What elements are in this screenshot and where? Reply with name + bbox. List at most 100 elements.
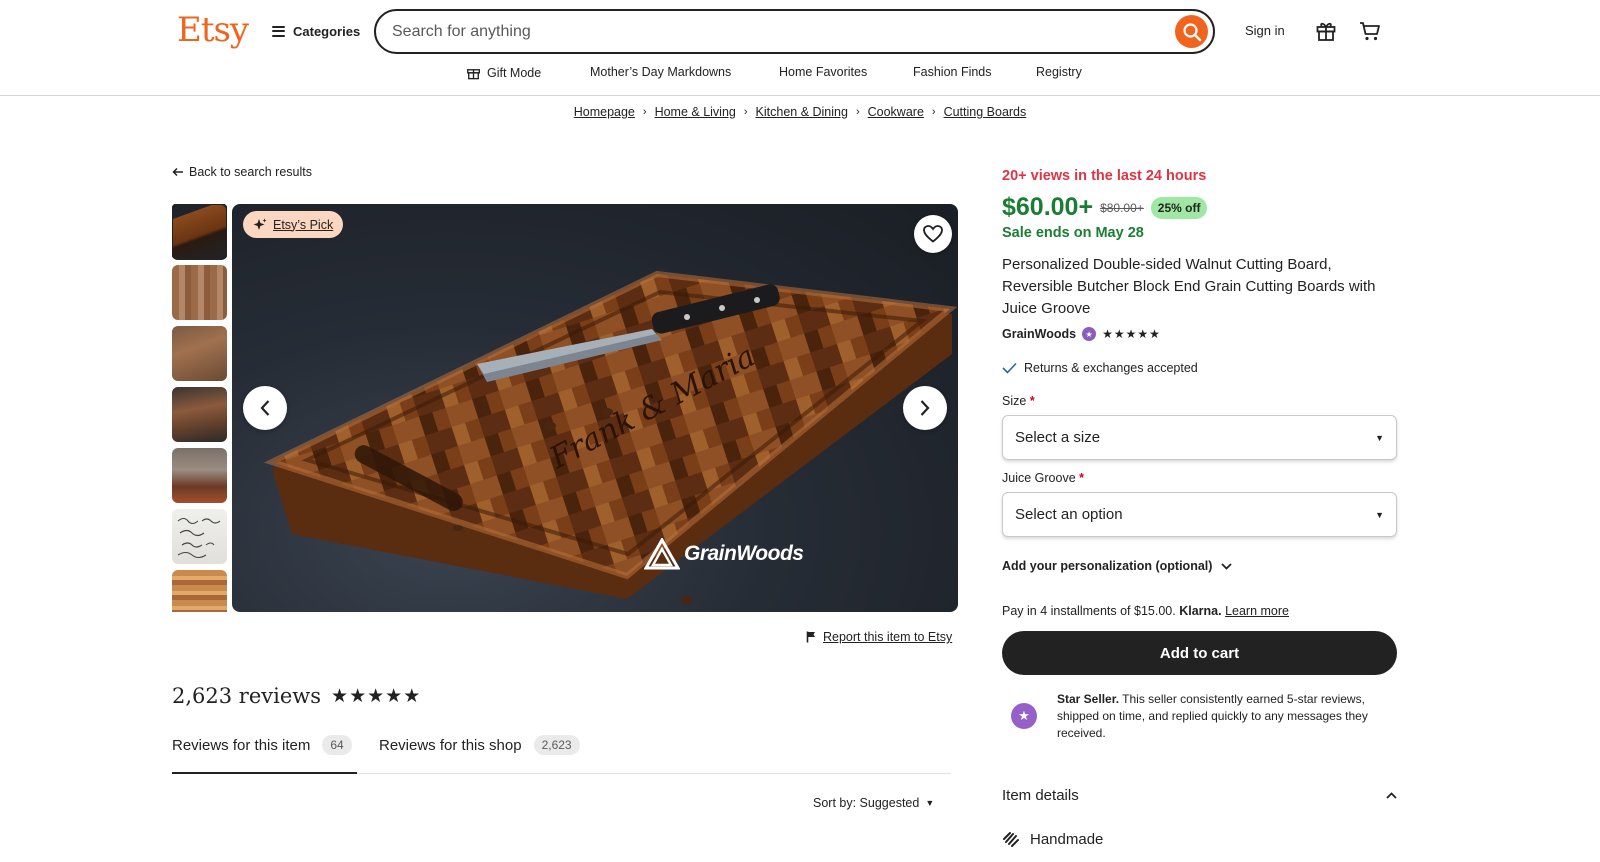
sort-label: Sort by: Suggested	[813, 796, 920, 810]
chevron-left-icon	[260, 400, 270, 416]
item-details-toggle[interactable]: Item details	[1002, 787, 1397, 804]
nav-mothers-day[interactable]: Mother’s Day Markdowns	[590, 65, 731, 79]
grainwoods-logo-icon	[644, 538, 680, 570]
price-row: $60.00+ $80.00+ 25% off	[1002, 193, 1208, 222]
breadcrumb-cutting-boards[interactable]: Cutting Boards	[944, 105, 1027, 119]
categories-label: Categories	[293, 23, 361, 39]
thumbnail-2[interactable]	[172, 265, 227, 320]
flag-icon	[806, 631, 815, 643]
required-mark: *	[1079, 471, 1085, 485]
thumbnail-strip	[172, 204, 227, 612]
tab-reviews-shop[interactable]: Reviews for this shop 2,623	[379, 735, 580, 774]
item-details-label: Item details	[1002, 787, 1079, 804]
star-icon: ★	[1137, 327, 1149, 341]
back-to-search-link[interactable]: Back to search results	[172, 165, 312, 179]
nav-registry[interactable]: Registry	[1036, 65, 1082, 79]
sparkle-icon	[253, 218, 267, 230]
thumbnail-7[interactable]	[172, 570, 227, 612]
arrow-left-icon	[172, 167, 183, 177]
main-product-image[interactable]: Frank & Maria Etsy’s Pick GrainWoods	[232, 204, 958, 612]
star-seller-badge-icon: ★	[1011, 703, 1037, 729]
reviews-tabs: Reviews for this item 64 Reviews for thi…	[172, 735, 951, 774]
sort-dropdown[interactable]: Sort by: Suggested ▼	[813, 796, 934, 810]
nav-home-favorites[interactable]: Home Favorites	[779, 65, 867, 79]
search-bar	[374, 9, 1215, 54]
tab-reviews-item[interactable]: Reviews for this item 64	[172, 735, 357, 774]
chevron-down-icon	[1221, 562, 1233, 570]
caret-down-icon: ▼	[925, 798, 935, 808]
sign-in-link[interactable]: Sign in	[1245, 23, 1285, 38]
cart-icon[interactable]	[1358, 19, 1382, 48]
watermark-text: GrainWoods	[684, 542, 804, 565]
sale-ends: Sale ends on May 28	[1002, 225, 1144, 241]
star-seller-text: Star Seller. This seller consistently ea…	[1057, 691, 1402, 742]
categories-button[interactable]: Categories	[272, 20, 360, 42]
grainwoods-watermark: GrainWoods	[644, 538, 804, 570]
breadcrumb-kitchen-dining[interactable]: Kitchen & Dining	[756, 105, 848, 119]
breadcrumb: Homepage › Home & Living › Kitchen & Din…	[0, 105, 1600, 119]
personalization-toggle[interactable]: Add your personalization (optional)	[1002, 559, 1233, 573]
star-seller-icon: ★	[1082, 327, 1097, 341]
nav-gift-mode[interactable]: Gift Mode	[466, 65, 541, 80]
groove-select-value: Select an option	[1015, 506, 1123, 523]
star-icon: ★	[349, 685, 367, 707]
shop-info: GrainWoods ★ ★ ★ ★ ★ ★	[1002, 327, 1160, 341]
sale-price: $60.00+	[1002, 193, 1094, 221]
breadcrumb-homepage[interactable]: Homepage	[574, 105, 635, 119]
size-label-row: Size *	[1002, 394, 1035, 408]
personalization-label: Add your personalization (optional)	[1002, 559, 1213, 573]
thumbnail-5[interactable]	[172, 448, 227, 503]
reviews-rating-stars: ★ ★ ★ ★ ★	[331, 687, 420, 706]
breadcrumb-cookware[interactable]: Cookware	[868, 105, 924, 119]
reviews-heading: 2,623 reviews ★ ★ ★ ★ ★	[172, 684, 420, 708]
caret-down-icon: ▼	[1375, 509, 1384, 520]
etsys-pick-badge[interactable]: Etsy’s Pick	[243, 211, 344, 238]
etsys-pick-label: Etsy’s Pick	[273, 217, 334, 232]
hand-icon	[1003, 832, 1019, 847]
menu-icon	[272, 25, 285, 37]
size-select-value: Select a size	[1015, 429, 1101, 446]
caret-down-icon: ▼	[1375, 432, 1384, 443]
favorite-button[interactable]	[914, 215, 952, 253]
handmade-detail: Handmade	[1002, 830, 1103, 848]
star-icon: ★	[367, 685, 385, 707]
site-header: Etsy Categories Sign in	[0, 0, 1600, 96]
klarna-text: Pay in 4 installments of $15.00.	[1002, 604, 1176, 618]
thumbnail-6[interactable]	[172, 509, 227, 564]
previous-image-button[interactable]	[243, 386, 287, 430]
returns-policy: Returns & exchanges accepted	[1002, 361, 1198, 375]
shop-rating-stars[interactable]: ★ ★ ★ ★ ★	[1102, 328, 1160, 340]
nav-gift-mode-label: Gift Mode	[487, 65, 542, 80]
reviews-count: 2,623 reviews	[172, 684, 322, 708]
star-icon: ★	[331, 685, 349, 707]
size-select[interactable]: Select a size ▼	[1002, 415, 1397, 460]
star-icon: ★	[1113, 327, 1125, 341]
star-icon: ★	[385, 685, 403, 707]
next-image-button[interactable]	[903, 386, 947, 430]
cutting-board-illustration: Frank & Maria	[263, 270, 958, 604]
groove-label: Juice Groove	[1002, 471, 1076, 485]
chevron-up-icon	[1386, 792, 1397, 799]
add-to-cart-button[interactable]: Add to cart	[1002, 631, 1397, 675]
thumbnail-3[interactable]	[172, 326, 227, 381]
shop-name-link[interactable]: GrainWoods	[1002, 327, 1076, 341]
thumbnail-1[interactable]	[172, 204, 227, 260]
tab-reviews-item-count: 64	[322, 735, 352, 755]
thumbnail-4[interactable]	[172, 387, 227, 442]
breadcrumb-home-living[interactable]: Home & Living	[655, 105, 736, 119]
star-icon: ★	[1125, 327, 1137, 341]
gift-icon[interactable]	[1315, 20, 1337, 47]
checkmark-icon	[1002, 362, 1017, 374]
search-button[interactable]	[1175, 15, 1208, 48]
heart-icon	[923, 225, 943, 243]
juice-groove-select[interactable]: Select an option ▼	[1002, 492, 1397, 537]
klarna-learn-more-link[interactable]: Learn more	[1225, 604, 1289, 618]
chevron-right-icon: ›	[931, 106, 936, 118]
etsy-logo[interactable]: Etsy	[177, 10, 249, 50]
star-icon: ★	[403, 685, 421, 707]
report-item-link[interactable]: Report this item to Etsy	[806, 630, 952, 644]
nav-fashion-finds[interactable]: Fashion Finds	[913, 65, 992, 79]
search-input[interactable]	[392, 21, 1152, 43]
returns-label: Returns & exchanges accepted	[1024, 361, 1198, 375]
chevron-right-icon: ›	[855, 106, 860, 118]
